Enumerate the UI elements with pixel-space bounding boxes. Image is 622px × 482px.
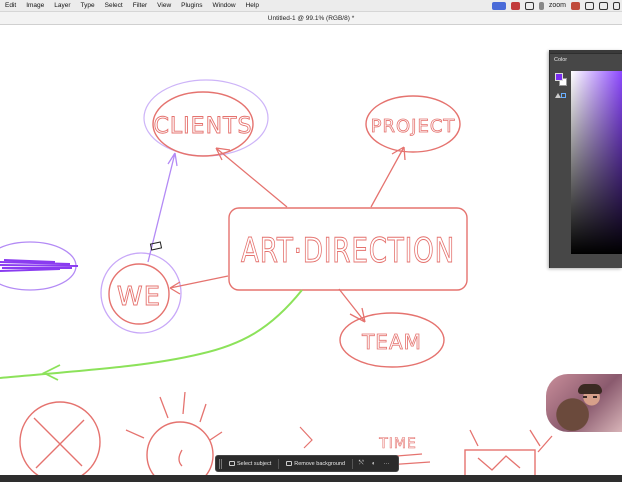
remove-background-label: Remove background <box>294 460 346 467</box>
sun-circle <box>146 421 214 475</box>
dropbox-icon[interactable] <box>585 2 594 10</box>
menu-bar: Edit Image Layer Type Select Filter View… <box>0 0 622 12</box>
menu-plugins[interactable]: Plugins <box>176 0 207 12</box>
document-title: Untitled-1 @ 99.1% (RGB/8) * <box>0 12 622 25</box>
team-label: TEAM <box>361 330 422 354</box>
extension-icon[interactable] <box>571 2 580 10</box>
notion-icon[interactable] <box>599 2 608 10</box>
webcam-overlay <box>546 374 622 432</box>
clients-label: CLIENTS <box>154 114 253 139</box>
menu-help[interactable]: Help <box>241 0 264 12</box>
screen-share-icon[interactable] <box>491 2 506 10</box>
arrow-we-to-clients <box>147 152 178 263</box>
webcam-eye-left <box>583 396 587 398</box>
task-bar-grip[interactable] <box>219 458 222 469</box>
menu-edit[interactable]: Edit <box>0 0 21 12</box>
adjustment-icon[interactable]: ◐ <box>370 461 378 467</box>
status-icons: zoom <box>491 0 620 12</box>
color-panel: Color <box>549 50 622 268</box>
menu-filter[interactable]: Filter <box>128 0 152 12</box>
x-mark <box>33 417 85 469</box>
sketch-canvas[interactable]: CLIENTS PROJECT ART·DIRECTION WE TEAM TI… <box>0 25 622 475</box>
color-picker-field[interactable] <box>571 71 622 254</box>
zoom-app-label[interactable]: zoom <box>549 0 566 12</box>
foreground-color-swatch[interactable] <box>555 73 563 81</box>
art-direction-label: ART·DIRECTION <box>241 231 455 271</box>
sketch-drawing: CLIENTS PROJECT ART·DIRECTION WE TEAM TI… <box>0 79 553 475</box>
select-subject-label: Select subject <box>237 460 272 467</box>
window-icon[interactable] <box>524 2 534 10</box>
contextual-task-bar: Select subject Remove background ⤲ ◐ ··· <box>215 455 399 472</box>
menu-select[interactable]: Select <box>100 0 128 12</box>
remove-background-button[interactable]: Remove background <box>283 459 348 469</box>
menu-window[interactable]: Window <box>207 0 240 12</box>
remove-background-icon <box>286 461 293 466</box>
arrow-to-project <box>370 146 406 208</box>
small-squiggle <box>299 426 313 449</box>
time-label: TIME <box>378 436 417 452</box>
task-bar-divider <box>278 458 280 469</box>
menu-type[interactable]: Type <box>76 0 100 12</box>
arrow-to-team <box>338 288 366 323</box>
purple-scribble <box>0 259 79 272</box>
select-subject-icon <box>229 461 235 466</box>
sun-rays <box>125 391 223 467</box>
photoshop-window: Edit Image Layer Type Select Filter View… <box>0 0 622 482</box>
task-bar-divider <box>352 458 354 469</box>
x-circle <box>19 401 101 475</box>
select-subject-button[interactable]: Select subject <box>226 459 274 469</box>
menu-view[interactable]: View <box>152 0 176 12</box>
arrow-to-clients <box>215 147 288 208</box>
record-icon[interactable] <box>510 2 520 10</box>
color-panel-title: Color <box>554 57 568 63</box>
we-label: WE <box>117 282 161 312</box>
brush-tool-icon[interactable] <box>538 2 544 10</box>
web-safe-cube-icon[interactable] <box>561 93 566 98</box>
bottom-dock-strip <box>0 475 622 482</box>
battery-icon[interactable] <box>613 2 620 10</box>
webcam-eye-right <box>593 396 597 398</box>
webcam-hair <box>578 384 602 394</box>
menu-layer[interactable]: Layer <box>49 0 75 12</box>
menu-image[interactable]: Image <box>21 0 49 12</box>
project-label: PROJECT <box>371 116 456 137</box>
more-options-button[interactable]: ··· <box>381 461 391 467</box>
transform-icon[interactable]: ⤲ <box>357 460 366 467</box>
